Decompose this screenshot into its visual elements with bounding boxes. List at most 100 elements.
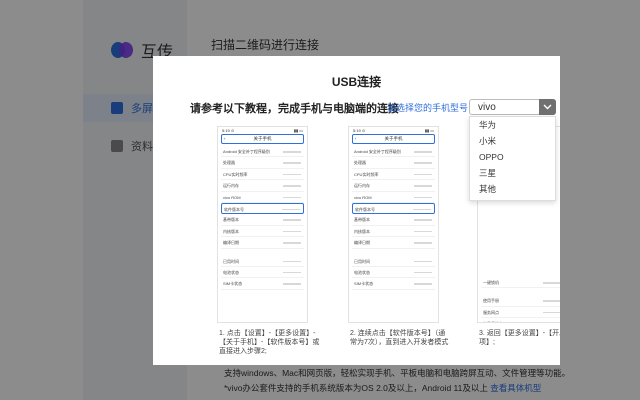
model-option-huawei[interactable]: 华为 (470, 117, 555, 133)
phone-row-label: 编译日期 (223, 240, 239, 246)
phone-row-label: 电池状态 (354, 269, 370, 275)
phone-row-value (283, 173, 301, 176)
phone-settings-list: Android 安全补丁程序级别处理器 CPU实时频率 运行内存 vivo ROM 软件… (221, 146, 304, 290)
phone-row: 电池状态 (221, 267, 304, 279)
phone-row: 已用时间 (221, 256, 304, 267)
phone-row: 处理器 (221, 157, 304, 169)
phone-row-value (414, 219, 432, 221)
phone-row-label: 处理器 (223, 160, 235, 166)
phone-row: 已用时间 (352, 256, 435, 267)
phone-row-value (283, 196, 301, 199)
phone-row-value (283, 271, 301, 274)
phone-row-label: 内核版本 (223, 228, 239, 234)
phone-row-label: 已用时间 (223, 258, 239, 264)
phone-row-label: CPU实时频率 (354, 171, 379, 177)
phone-row-value (283, 151, 301, 153)
phone-settings-list: Android 安全补丁程序级别 处理器 CPU实时频率 运行内存 vivo ROM 软件… (352, 146, 435, 290)
phone-row-highlighted: 软件版本号 (221, 202, 304, 215)
phone-row-label: CPU实时频率 (223, 171, 248, 177)
phone-row-value (414, 242, 432, 244)
phone-row-value (283, 185, 301, 187)
phone-row-value (283, 242, 301, 244)
phone-row: CPU实时频率 (352, 169, 435, 181)
phone-row: 基带版本 (352, 214, 435, 226)
phone-status-bar: 5:19 ⊙ ▮▮ ▭ (353, 128, 434, 133)
model-option-samsung[interactable]: 三星 (470, 165, 555, 181)
phone-list-gap (352, 249, 435, 256)
phone-row-label: 内核版本 (354, 228, 370, 234)
phone-row: vivo ROM (352, 192, 435, 203)
phone-row-value (283, 230, 301, 233)
phone-row-label: vivo ROM (223, 194, 241, 200)
phone-row-value (414, 230, 432, 233)
phone-row-value (414, 162, 432, 164)
phone-model-select[interactable]: vivo (469, 99, 556, 115)
model-option-other[interactable]: 其他 (470, 181, 555, 197)
screen: 互传 多屏互动 资料备份 扫描二维码进行连接 支持windows、Mac和网页版… (0, 0, 640, 400)
phone-row: 内核版本 (221, 226, 304, 238)
phone-row-value (414, 196, 432, 199)
phone-row-value (543, 311, 560, 314)
model-option-xiaomi[interactable]: 小米 (470, 133, 555, 149)
phone-row-value (414, 271, 432, 274)
instruction-text: 请参考以下教程，完成手机与电脑端的连接 (190, 103, 399, 115)
phone-row-value (414, 151, 432, 153)
phone-row-label: SIM卡状态 (354, 281, 374, 287)
phone-row-label: 电子保修卡 (483, 321, 503, 322)
phone-row-value (283, 260, 301, 263)
phone-row-label: 基带版本 (354, 217, 370, 223)
dialog-title: USB连接 (331, 75, 382, 89)
phone-row: Android 安全补丁程序级别 (352, 146, 435, 158)
phone-row: SIM卡状态 (352, 278, 435, 290)
phone-row: 服务网点 (481, 307, 560, 319)
phone-row-label: 编译日期 (354, 240, 370, 246)
model-prompt: 请选择您的手机型号 (387, 103, 469, 113)
phone-row-label: 运行内存 (223, 183, 239, 189)
phone-row-value (283, 283, 301, 285)
phone-row: CPU实时频率 (221, 169, 304, 181)
phone-row-value (543, 282, 560, 284)
step-2-caption: 2. 连续点击【软件版本号】（通常为7次），直到进入开发者模式 (350, 330, 449, 346)
phone-row-value (283, 162, 301, 164)
phone-settings-list: 一键锁机使用手册服务网点电子保修卡用户体验改进计划下载管理辅助功能开发者选项 (481, 277, 560, 322)
step-3-caption: 3. 返回【更多设置】-【开发者选项】; (479, 330, 560, 346)
model-dropdown: 华为 小米 OPPO 三星 其他 (469, 116, 556, 201)
phone-row-label: 电池状态 (223, 269, 239, 275)
phone-row: SIM卡状态 (221, 278, 304, 290)
phone-row: 编译日期 (221, 237, 304, 249)
phone-row-label: 已用时间 (354, 258, 370, 264)
phone-row-label: vivo ROM (354, 194, 372, 200)
phone-row-label: 软件版本号 (224, 206, 244, 212)
phone-header: ‹ 关于手机 (221, 134, 304, 144)
phone-row-label: SIM卡状态 (223, 281, 243, 287)
phone-row-value (282, 208, 300, 211)
usb-connect-dialog: USB连接 请参考以下教程，完成手机与电脑端的连接 请选择您的手机型号 vivo… (153, 56, 560, 365)
phone-row-value (283, 219, 301, 221)
phone-row-value (414, 185, 432, 187)
phone-row: 电池状态 (352, 267, 435, 279)
phone-row-label: 运行内存 (354, 183, 370, 189)
phone-row: 基带版本 (221, 214, 304, 226)
phone-row: 电子保修卡 (481, 318, 560, 322)
chevron-down-icon[interactable] (539, 99, 556, 115)
phone-row: 内核版本 (352, 226, 435, 238)
phone-row-highlighted: 软件版本号 (352, 202, 435, 215)
phone-row-label: Android 安全补丁程序级别 (354, 149, 401, 154)
phone-row-value (414, 260, 432, 263)
phone-row-label: 使用手册 (483, 298, 499, 304)
step-1-caption: 1. 点击【设置】-【更多设置】-【关于手机】-【软件版本号】或直接进入步骤2; (219, 330, 320, 355)
phone-row: 一键锁机 (481, 277, 560, 289)
tutorial-screenshot-2: 5:19 ⊙ ▮▮ ▭ ‹ 关于手机 Android 安全补丁程序级别 处理器 CPU实… (348, 126, 439, 323)
phone-list-gap (221, 249, 304, 256)
phone-row-value (413, 208, 431, 211)
phone-row-label: 服务网点 (483, 309, 499, 315)
phone-row: vivo ROM (221, 192, 304, 203)
phone-row: 运行内存 (221, 180, 304, 192)
phone-row-value (414, 283, 432, 285)
phone-row: 编译日期 (352, 237, 435, 249)
model-option-oppo[interactable]: OPPO (470, 149, 555, 165)
phone-row: 使用手册 (481, 295, 560, 307)
phone-row-value (414, 173, 432, 176)
phone-header: ‹ 关于手机 (352, 134, 435, 144)
phone-row: Android 安全补丁程序级别 (221, 146, 304, 158)
